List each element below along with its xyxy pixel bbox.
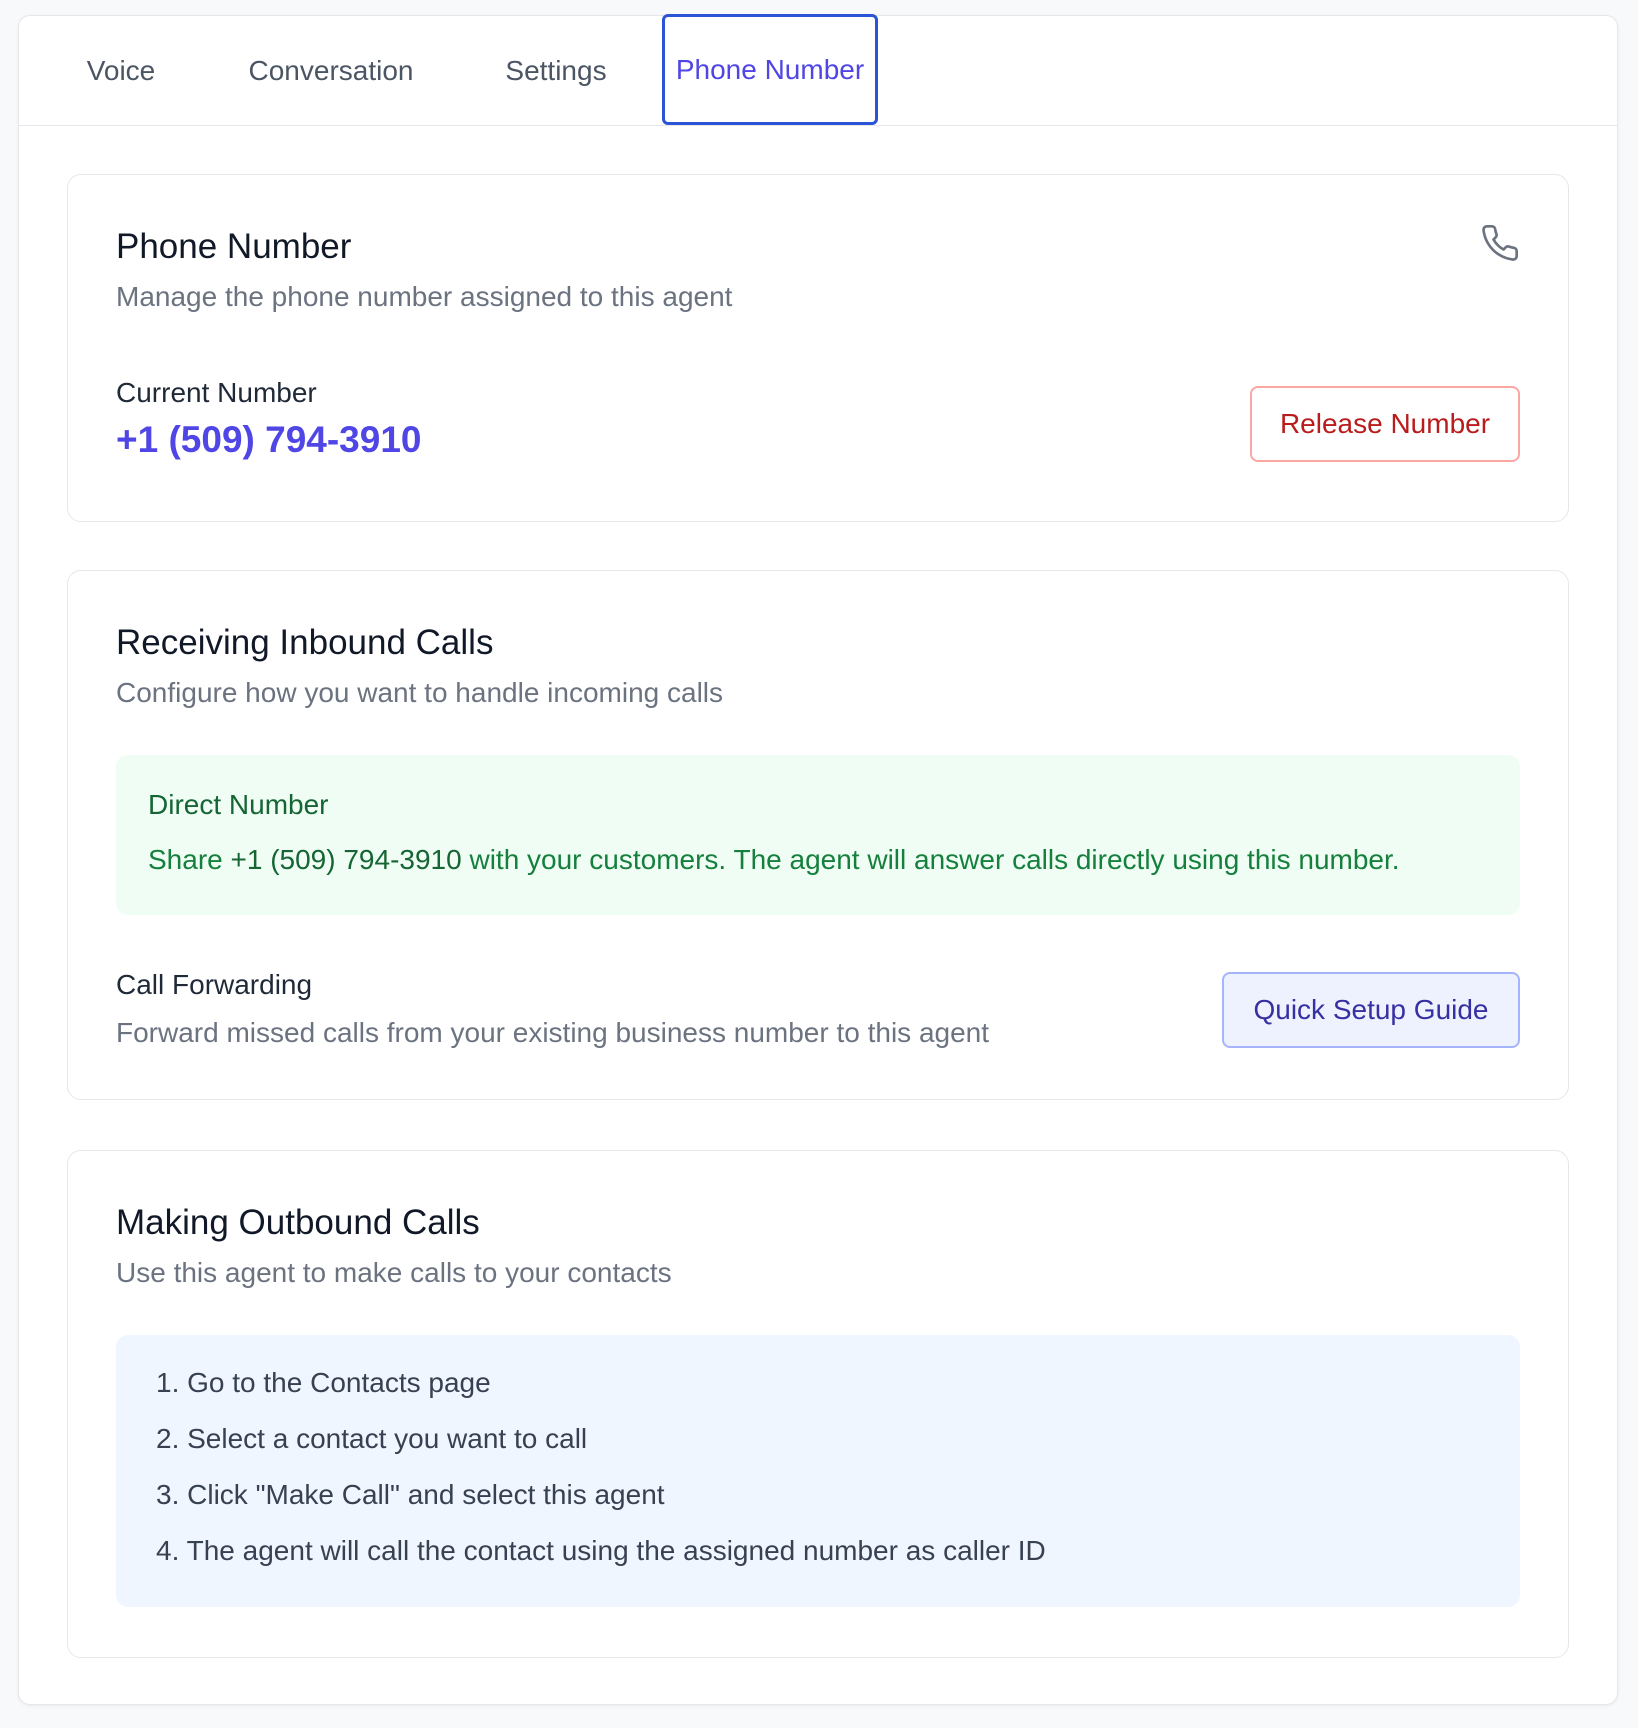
outbound-card-subtitle: Use this agent to make calls to your con… (116, 1257, 672, 1288)
release-number-button[interactable]: Release Number (1250, 386, 1520, 462)
tab-phone-number[interactable]: Phone Number (662, 14, 878, 125)
inbound-calls-card: Receiving Inbound Calls Configure how yo… (67, 570, 1569, 1100)
phone-card-subtitle: Manage the phone number assigned to this… (116, 281, 733, 312)
inbound-card-title: Receiving Inbound Calls (116, 623, 494, 662)
direct-number-box: Direct Number Share +1 (509) 794-3910 wi… (116, 755, 1520, 915)
direct-text-suffix: with your customers. The agent will answ… (461, 844, 1400, 875)
inbound-card-subtitle: Configure how you want to handle incomin… (116, 677, 724, 708)
outbound-calls-card: Making Outbound Calls Use this agent to … (67, 1150, 1569, 1658)
tab-settings[interactable]: Settings (471, 16, 641, 126)
outbound-step: 1. Go to the Contacts page (156, 1367, 491, 1398)
outbound-card-title: Making Outbound Calls (116, 1203, 480, 1242)
outbound-step: 4. The agent will call the contact using… (156, 1535, 1046, 1566)
outbound-steps-box: 1. Go to the Contacts page 2. Select a c… (116, 1335, 1520, 1607)
tab-conversation[interactable]: Conversation (221, 16, 441, 126)
direct-number-highlight: +1 (509) 794-3910 (230, 844, 462, 875)
outbound-step: 2. Select a contact you want to call (156, 1423, 588, 1454)
direct-number-title: Direct Number (148, 789, 329, 820)
quick-setup-guide-button[interactable]: Quick Setup Guide (1222, 972, 1520, 1048)
direct-text-prefix: Share (148, 844, 231, 875)
call-forwarding-description: Forward missed calls from your existing … (116, 1017, 990, 1048)
call-forwarding-title: Call Forwarding (116, 969, 313, 1000)
current-number-value: +1 (509) 794-3910 (116, 419, 422, 460)
direct-number-description: Share +1 (509) 794-3910 with your custom… (148, 844, 1400, 876)
tab-bar: Voice Conversation Settings Phone Number (19, 14, 1617, 126)
phone-icon (1482, 225, 1519, 261)
agent-settings-panel: Voice Conversation Settings Phone Number… (18, 14, 1618, 1705)
phone-number-card: Phone Number Manage the phone number ass… (67, 174, 1569, 522)
current-number-label: Current Number (116, 377, 317, 408)
tab-voice[interactable]: Voice (51, 16, 191, 126)
phone-card-title: Phone Number (116, 227, 352, 266)
outbound-step: 3. Click "Make Call" and select this age… (156, 1479, 665, 1510)
